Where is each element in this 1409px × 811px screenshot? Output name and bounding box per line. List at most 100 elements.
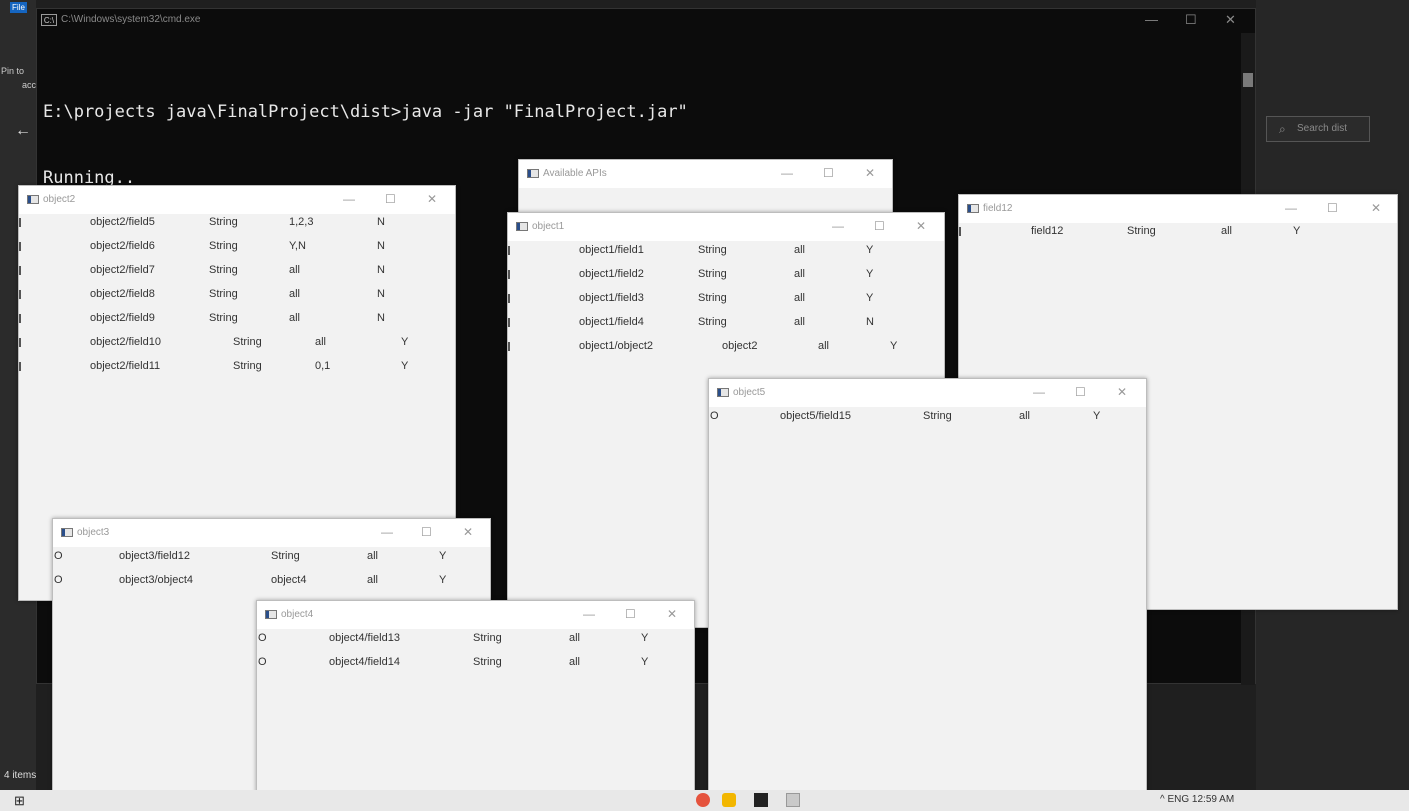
field-name: object4/field13	[329, 632, 400, 644]
taskbar-cmd-icon[interactable]	[754, 793, 768, 807]
field-values: all	[367, 550, 379, 562]
object1-titlebar[interactable]: object1 — ☐ ✕	[508, 213, 944, 241]
row-radio[interactable]: O	[54, 550, 63, 562]
field-type: String	[698, 316, 727, 328]
row-marker	[508, 270, 510, 279]
taskbar-app-icon[interactable]	[786, 793, 800, 807]
maximize-button[interactable]: ☐	[874, 219, 885, 233]
window-icon	[61, 528, 73, 537]
cmd-close-button[interactable]: ✕	[1225, 12, 1236, 28]
minimize-button[interactable]: —	[1033, 385, 1045, 399]
field-flag: Y	[439, 574, 447, 586]
object5-window[interactable]: object5 — ☐ ✕ O object5/field15 String a…	[708, 378, 1147, 796]
maximize-button[interactable]: ☐	[421, 525, 432, 539]
cmd-minimize-button[interactable]: —	[1145, 12, 1158, 27]
field-flag: Y	[866, 268, 874, 280]
field-flag: N	[377, 240, 385, 252]
field-flag: N	[377, 288, 385, 300]
taskbar-app-icon[interactable]	[722, 793, 736, 807]
close-button[interactable]: ✕	[1117, 385, 1127, 399]
field-type: String	[209, 264, 238, 276]
maximize-button[interactable]: ☐	[1075, 385, 1086, 399]
field-type: String	[209, 312, 238, 324]
field-name: object1/field3	[579, 292, 644, 304]
minimize-button[interactable]: —	[1285, 201, 1297, 215]
close-button[interactable]: ✕	[667, 607, 677, 621]
field-values: all	[315, 336, 327, 348]
row-radio[interactable]: O	[54, 574, 63, 586]
minimize-button[interactable]: —	[381, 525, 393, 539]
back-arrow-icon[interactable]: ←	[15, 122, 31, 140]
field-name: object2/field6	[90, 240, 155, 252]
close-button[interactable]: ✕	[916, 219, 926, 233]
field-type: String	[923, 410, 952, 422]
field-type: String	[698, 268, 727, 280]
taskbar: ⊞ ^ ENG 12:59 AM	[0, 790, 1409, 811]
object4-window[interactable]: object4 — ☐ ✕ O object4/field13 String a…	[256, 600, 695, 811]
cmd-scroll-thumb[interactable]	[1243, 73, 1253, 87]
close-button[interactable]: ✕	[463, 525, 473, 539]
row-radio[interactable]: O	[710, 410, 719, 422]
field-values: all	[818, 340, 830, 352]
field-type: String	[698, 244, 727, 256]
row-radio[interactable]: O	[258, 632, 267, 644]
field-type: String	[698, 292, 727, 304]
taskbar-app-icon[interactable]	[696, 793, 710, 807]
field-name: object2/field7	[90, 264, 155, 276]
window-icon	[265, 610, 277, 619]
maximize-button[interactable]: ☐	[625, 607, 636, 621]
minimize-button[interactable]: —	[832, 219, 844, 233]
field-type: String	[473, 632, 502, 644]
field-values: all	[794, 292, 806, 304]
close-button[interactable]: ✕	[865, 166, 875, 180]
field-values: all	[1019, 410, 1031, 422]
window-icon	[967, 204, 979, 213]
field-name: object3/object4	[119, 574, 193, 586]
row-radio[interactable]: O	[258, 656, 267, 668]
minimize-button[interactable]: —	[583, 607, 595, 621]
cmd-title: C:\Windows\system32\cmd.exe	[61, 14, 201, 25]
available-apis-window[interactable]: Available APIs — ☐ ✕	[518, 159, 893, 219]
cmd-maximize-button[interactable]: ☐	[1185, 12, 1197, 28]
object2-titlebar[interactable]: object2 — ☐ ✕	[19, 186, 455, 214]
field-type: String	[209, 216, 238, 228]
field-type: String	[233, 360, 262, 372]
field12-titlebar[interactable]: field12 — ☐ ✕	[959, 195, 1397, 223]
close-button[interactable]: ✕	[1371, 201, 1381, 215]
minimize-button[interactable]: —	[781, 166, 793, 180]
window-title: object5	[733, 387, 766, 398]
row-marker	[19, 266, 21, 275]
pin-to-label[interactable]: Pin to	[1, 66, 24, 76]
available-apis-titlebar[interactable]: Available APIs — ☐ ✕	[519, 160, 892, 188]
close-button[interactable]: ✕	[427, 192, 437, 206]
object5-titlebar[interactable]: object5 — ☐ ✕	[709, 379, 1146, 407]
file-tab[interactable]: File	[10, 2, 27, 13]
search-dist-input[interactable]: ⌕ Search dist	[1266, 116, 1370, 142]
field-values: all	[569, 632, 581, 644]
system-tray[interactable]: ^ ENG 12:59 AM	[1160, 794, 1234, 805]
row-marker	[19, 290, 21, 299]
field-name: object1/object2	[579, 340, 653, 352]
field-name: object1/field2	[579, 268, 644, 280]
field-name: field12	[1031, 225, 1064, 237]
maximize-button[interactable]: ☐	[1327, 201, 1338, 215]
field-name: object2/field9	[90, 312, 155, 324]
field-flag: Y	[1093, 410, 1101, 422]
field-flag: N	[377, 264, 385, 276]
object3-titlebar[interactable]: object3 — ☐ ✕	[53, 519, 490, 547]
cmd-titlebar[interactable]: C:\ C:\Windows\system32\cmd.exe — ☐ ✕	[37, 9, 1255, 33]
field-flag: Y	[641, 632, 649, 644]
field-values: all	[1221, 225, 1233, 237]
minimize-button[interactable]: —	[343, 192, 355, 206]
maximize-button[interactable]: ☐	[385, 192, 396, 206]
field-type: String	[209, 288, 238, 300]
field-name: object2/field11	[90, 360, 161, 372]
object4-titlebar[interactable]: object4 — ☐ ✕	[257, 601, 694, 629]
field-values: 0,1	[315, 360, 331, 372]
field-name: object1/field4	[579, 316, 644, 328]
field-name: object5/field15	[780, 410, 851, 422]
maximize-button[interactable]: ☐	[823, 166, 834, 180]
field-type: object2	[722, 340, 758, 352]
field-name: object2/field5	[90, 216, 155, 228]
windows-start-icon[interactable]: ⊞	[14, 793, 25, 809]
